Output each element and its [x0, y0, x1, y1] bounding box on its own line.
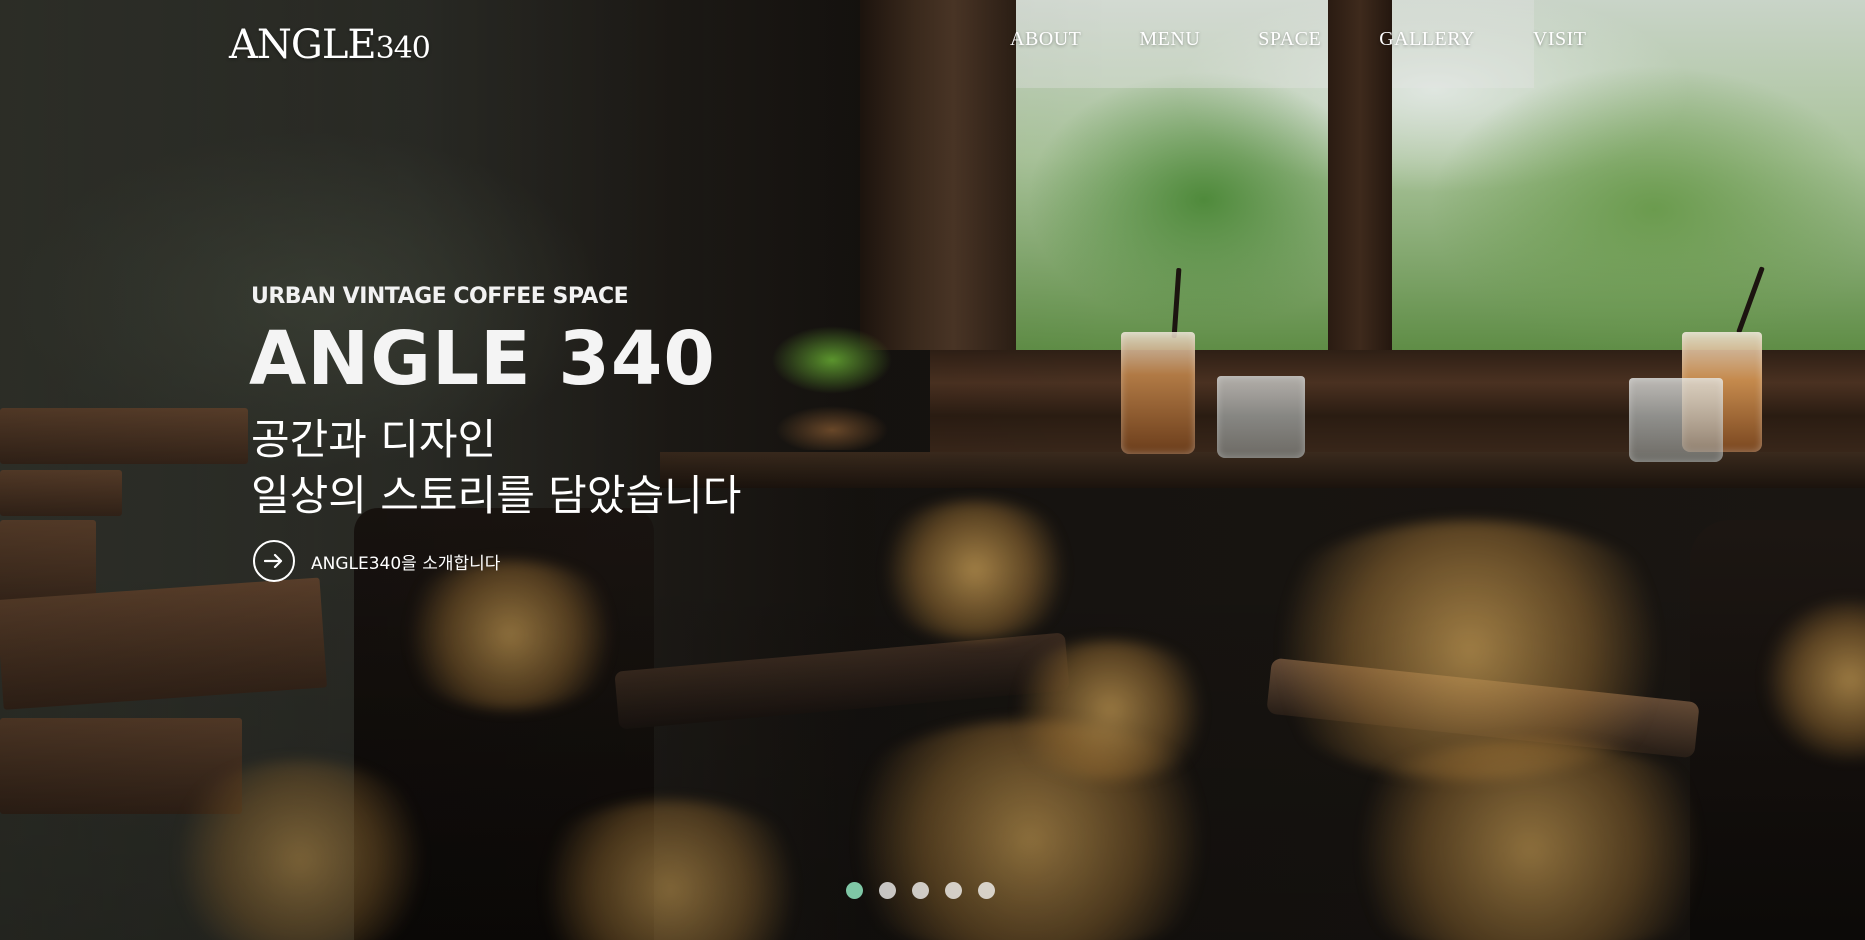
window-frame: [1328, 0, 1392, 400]
slider-pagination: [846, 882, 995, 899]
window-shutter: [860, 0, 1016, 350]
hero-section: ANGLE340 ABOUT MENU SPACE GALLERY VISIT …: [0, 0, 1865, 940]
water-glass: [1217, 376, 1305, 458]
nav-item-space[interactable]: SPACE: [1258, 28, 1321, 51]
slide-dot[interactable]: [945, 882, 962, 899]
plant-basket: [732, 300, 932, 450]
nav-item-menu[interactable]: MENU: [1139, 28, 1200, 51]
blurred-flower: [870, 500, 1080, 640]
blurred-flower: [1000, 640, 1220, 780]
slide-dot[interactable]: [879, 882, 896, 899]
slide-dot[interactable]: [978, 882, 995, 899]
wood-shelf: [0, 470, 122, 516]
nav-item-about[interactable]: ABOUT: [1010, 28, 1081, 51]
hero-subcopy-line: 공간과 디자인: [251, 415, 497, 464]
nav-item-gallery[interactable]: GALLERY: [1379, 28, 1475, 51]
nav-item-visit[interactable]: VISIT: [1533, 28, 1587, 51]
blurred-flower: [1320, 740, 1740, 940]
water-glass: [1629, 378, 1723, 462]
blurred-flower: [1240, 520, 1700, 780]
blurred-flower: [390, 560, 630, 710]
iced-coffee-glass: [1121, 332, 1195, 454]
hero-tagline: URBAN VINTAGE COFFEE SPACE: [251, 284, 629, 309]
slide-dot[interactable]: [846, 882, 863, 899]
logo-text: ANGLE: [229, 22, 377, 68]
hero-subcopy-line: 일상의 스토리를 담았습니다: [251, 471, 742, 520]
slide-dot[interactable]: [912, 882, 929, 899]
site-logo[interactable]: ANGLE340: [229, 22, 431, 68]
intro-link-label: ANGLE340을 소개합니다: [311, 553, 501, 574]
arrow-right-icon: [253, 540, 295, 582]
hero-subcopy: 공간과 디자인 일상의 스토리를 담았습니다: [251, 412, 741, 524]
wood-shelf: [0, 577, 328, 710]
wood-shelf: [0, 408, 248, 464]
main-nav: ABOUT MENU SPACE GALLERY VISIT: [1010, 28, 1587, 51]
logo-number: 340: [375, 31, 431, 66]
intro-link[interactable]: ANGLE340을 소개합니다: [253, 540, 500, 582]
hero-headline: ANGLE 340: [249, 316, 716, 402]
